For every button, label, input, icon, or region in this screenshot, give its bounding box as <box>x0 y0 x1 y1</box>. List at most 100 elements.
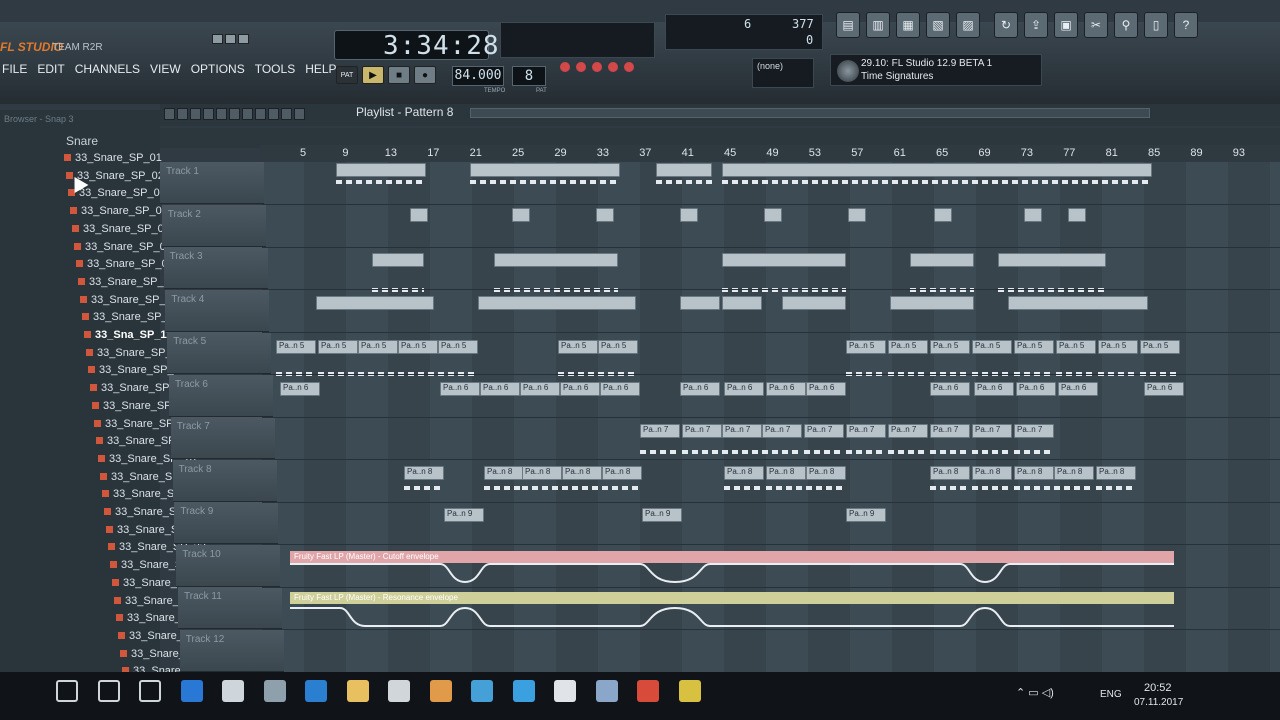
pattern-clip[interactable]: Pa..n 5 <box>846 340 886 354</box>
snap-selector[interactable]: (none) <box>752 58 814 88</box>
pattern-clip[interactable]: Pa..n 6 <box>440 382 480 396</box>
pattern-clip[interactable] <box>998 253 1106 267</box>
pattern-clip[interactable]: Pa..n 7 <box>1014 424 1054 438</box>
shield-icon[interactable] <box>429 680 452 702</box>
pattern-clip[interactable]: Pa..n 5 <box>318 340 358 354</box>
pattern-clip[interactable] <box>316 296 434 310</box>
pattern-clip[interactable]: Pa..n 8 <box>602 466 642 480</box>
pattern-clip[interactable]: Pa..n 6 <box>974 382 1014 396</box>
pattern-clip[interactable]: Pa..n 5 <box>1140 340 1180 354</box>
pattern-clip[interactable] <box>722 163 1152 177</box>
maximize-icon[interactable] <box>225 34 236 44</box>
clock-date[interactable]: 07.11.2017 <box>1134 697 1183 708</box>
browser-icon[interactable]: ▨ <box>956 12 980 38</box>
browser-item[interactable]: 33_Snare_SP_01 <box>64 152 162 164</box>
pattern-clip[interactable]: Pa..n 5 <box>930 340 970 354</box>
pattern-clip[interactable]: Pa..n 6 <box>1016 382 1056 396</box>
blend-notes-icon[interactable] <box>624 62 634 72</box>
playlist-scrollbar[interactable] <box>470 108 1150 118</box>
slice-icon[interactable] <box>255 108 266 120</box>
pattern-clip[interactable] <box>410 208 428 222</box>
pattern-clip[interactable]: Pa..n 8 <box>1096 466 1136 480</box>
pattern-clip[interactable]: Pa..n 6 <box>724 382 764 396</box>
search-icon[interactable]: ⚲ <box>1114 12 1138 38</box>
menu-tools[interactable]: TOOLS <box>253 60 297 78</box>
pattern-clip[interactable]: Pa..n 7 <box>930 424 970 438</box>
browser-item[interactable]: 33_Snare_SP_06 <box>74 241 172 253</box>
menu-edit[interactable]: EDIT <box>35 60 66 78</box>
pattern-clip[interactable]: Pa..n 8 <box>562 466 602 480</box>
fl-studio-icon[interactable] <box>595 680 618 702</box>
pattern-clip[interactable]: Pa..n 5 <box>972 340 1012 354</box>
pattern-clip[interactable]: Pa..n 6 <box>1058 382 1098 396</box>
pattern-clip[interactable] <box>680 208 698 222</box>
pattern-clip[interactable]: Pa..n 7 <box>762 424 802 438</box>
globe-icon[interactable] <box>678 680 701 702</box>
record-button[interactable]: ● <box>414 66 436 84</box>
tempo-display[interactable]: 84.000 <box>452 66 504 86</box>
pattern-clip[interactable] <box>494 253 618 267</box>
pattern-clip[interactable]: Pa..n 5 <box>358 340 398 354</box>
browser-item[interactable]: 33_Snare_SP_03 <box>68 187 166 199</box>
document-icon[interactable]: ▯ <box>1144 12 1168 38</box>
pattern-clip[interactable]: Pa..n 6 <box>560 382 600 396</box>
track-header[interactable]: Track 6 <box>169 374 273 417</box>
edge-browser-icon[interactable] <box>180 680 203 702</box>
pattern-clip[interactable]: Pa..n 5 <box>438 340 478 354</box>
refresh-icon[interactable]: ↻ <box>994 12 1018 38</box>
pattern-clip[interactable]: Pa..n 5 <box>598 340 638 354</box>
menu-help[interactable]: HELP <box>303 60 338 78</box>
track-header[interactable]: Track 1 <box>160 162 264 204</box>
pattern-clip[interactable] <box>336 163 426 177</box>
pattern-clip[interactable] <box>848 208 866 222</box>
pattern-clip[interactable]: Pa..n 7 <box>640 424 680 438</box>
save-icon[interactable]: ▣ <box>1054 12 1078 38</box>
browser-folder-snare[interactable]: Snare <box>66 134 98 148</box>
zoom-icon[interactable] <box>281 108 292 120</box>
pattern-clip[interactable]: Pa..n 8 <box>1054 466 1094 480</box>
pattern-clip[interactable] <box>782 296 846 310</box>
track-header[interactable]: Track 5 <box>167 332 272 374</box>
windows-start-icon[interactable] <box>56 680 78 702</box>
screen-icon[interactable] <box>388 680 410 702</box>
pattern-clip[interactable]: Pa..n 5 <box>398 340 438 354</box>
pattern-clip[interactable] <box>722 253 846 267</box>
render-icon[interactable]: ⇪ <box>1024 12 1048 38</box>
track-header[interactable]: Track 11 <box>178 587 282 629</box>
channel-rack-icon[interactable]: ▦ <box>896 12 920 38</box>
minimize-icon[interactable] <box>212 34 223 44</box>
mixer-icon[interactable]: ▧ <box>926 12 950 38</box>
pat-song-toggle[interactable]: PAT <box>336 66 358 84</box>
playlist-icon[interactable]: ▤ <box>836 12 860 38</box>
pattern-clip[interactable] <box>1068 208 1086 222</box>
pattern-clip[interactable] <box>764 208 782 222</box>
media-icon[interactable] <box>637 680 659 702</box>
chrome-icon[interactable] <box>554 680 576 702</box>
pattern-clip[interactable]: Pa..n 7 <box>972 424 1012 438</box>
pattern-clip[interactable]: Pa..n 8 <box>724 466 764 480</box>
browser-item[interactable]: 33_Snare_SP_04 <box>70 205 168 217</box>
pattern-clip[interactable]: Pa..n 8 <box>972 466 1012 480</box>
browser-item[interactable]: 33_Snare_SP_05 <box>72 223 170 235</box>
help-icon[interactable]: ? <box>1174 12 1198 38</box>
pattern-clip[interactable]: Pa..n 8 <box>766 466 806 480</box>
pattern-clip[interactable]: Pa..n 9 <box>444 508 484 522</box>
pattern-clip[interactable]: Pa..n 5 <box>1056 340 1096 354</box>
menu-channels[interactable]: CHANNELS <box>73 60 142 78</box>
clock-time[interactable]: 20:52 <box>1144 682 1172 694</box>
menu-view[interactable]: VIEW <box>148 60 183 78</box>
pattern-clip[interactable]: Pa..n 6 <box>520 382 560 396</box>
track-header[interactable]: Track 2 <box>161 204 266 247</box>
countdown-icon[interactable] <box>592 62 602 72</box>
pattern-clip[interactable]: Pa..n 8 <box>806 466 846 480</box>
pattern-clip[interactable] <box>910 253 974 267</box>
cut-tool-icon[interactable]: ✂ <box>1084 12 1108 38</box>
pattern-clip[interactable]: Pa..n 8 <box>1014 466 1054 480</box>
pattern-clip[interactable] <box>722 296 762 310</box>
track-header[interactable]: Track 4 <box>165 289 270 332</box>
slip-icon[interactable] <box>242 108 253 120</box>
task-view-icon[interactable] <box>139 680 161 702</box>
pattern-clip[interactable]: Pa..n 6 <box>600 382 640 396</box>
pattern-clip[interactable]: Pa..n 5 <box>1014 340 1054 354</box>
document-icon[interactable] <box>305 680 327 702</box>
